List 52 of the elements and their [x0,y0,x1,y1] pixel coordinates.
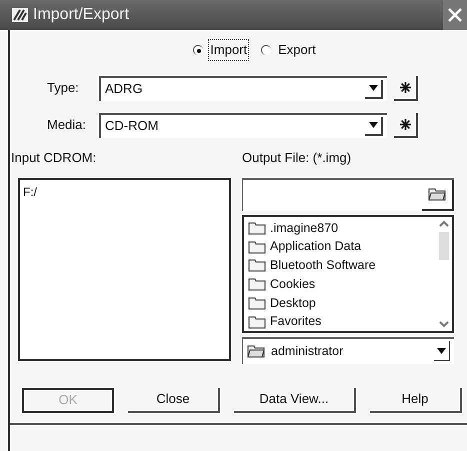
folder-icon [248,277,266,292]
caret-icon [437,348,446,354]
folder-item[interactable]: Cookies [248,274,436,294]
scroll-thumb[interactable] [439,232,449,260]
section-label: Input CDROM: [10,149,98,167]
dropdown-button[interactable] [365,80,383,98]
dialog-button[interactable]: Data View... [234,388,356,412]
folder-item[interactable]: .imagine870 [248,218,436,238]
close-button[interactable] [443,0,467,30]
folder-item[interactable]: Desktop [248,294,436,312]
folder-icon [248,314,266,329]
type-dropdown[interactable]: ADRG [99,76,387,100]
field-label: Type: [47,79,80,98]
open-folder-icon [247,344,265,358]
asterisk-icon [400,118,410,130]
media-dropdown[interactable]: CD-ROM [99,112,387,138]
input-list[interactable]: F:/ [18,178,231,360]
scroll-down-icon [439,320,449,328]
app-icon [12,8,28,22]
asterisk-button[interactable] [394,76,418,100]
asterisk-button[interactable] [394,112,418,138]
dropdown-value: CD-ROM [104,117,160,136]
list-item[interactable]: F:/ [23,182,226,200]
dropdown-value: ADRG [104,80,144,98]
folder-list[interactable]: .imagine870 Application Data Bluetooth Software Cookies Desktop Favorites [242,214,454,332]
open-folder-icon [428,187,446,201]
caret-icon [368,122,378,128]
folder-icon [248,296,266,310]
dropdown-button[interactable] [365,116,383,136]
dialog-button[interactable]: Close [128,388,220,412]
window-title: Import/Export [33,5,130,25]
folder-item[interactable]: Bluetooth Software [248,256,436,275]
dialog-button[interactable]: Help [370,388,462,412]
folder-item[interactable]: Application Data [248,237,436,256]
directory-dropdown[interactable]: administrator [242,336,454,364]
field-label: Media: [47,116,88,134]
close-icon [448,8,462,22]
dropdown-value: administrator [271,342,344,360]
scroll-up-icon [439,220,449,228]
section-label: Output File: (*.img) [242,149,352,167]
folder-icon [248,258,266,272]
output-file-field[interactable] [242,178,454,210]
dropdown-button[interactable] [434,341,450,361]
radio-button[interactable] [193,45,204,55]
asterisk-icon [400,82,410,92]
folder-icon [248,240,266,254]
folder-icon [248,220,266,235]
radio-option[interactable]: Export [261,40,318,60]
caret-icon [368,85,378,91]
folder-item[interactable]: Favorites [248,312,436,330]
radio-button[interactable] [261,45,272,55]
browse-button[interactable] [422,180,454,210]
